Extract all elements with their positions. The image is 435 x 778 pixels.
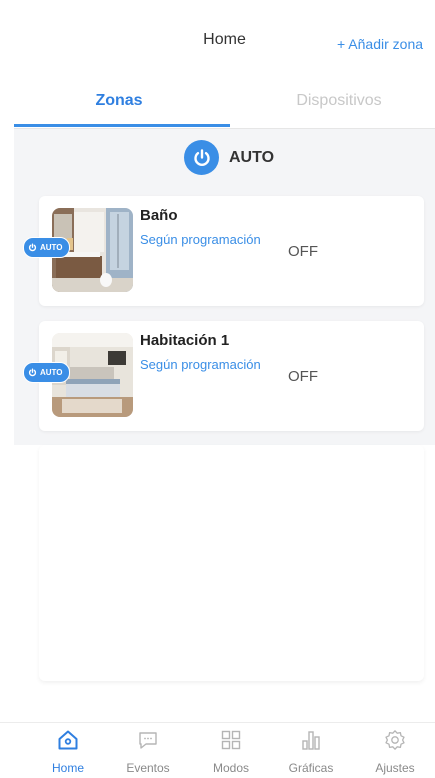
tab-bar: Zonas Dispositivos xyxy=(14,74,435,129)
nav-item-eventos[interactable]: Eventos xyxy=(108,727,188,778)
zone-card[interactable]: AUTO Baño Según programación OFF xyxy=(23,196,424,306)
active-tab-indicator xyxy=(14,124,230,127)
zone-name: Habitación 1 xyxy=(140,332,230,349)
nav-label: Ajustes xyxy=(375,761,415,775)
nav-label: Home xyxy=(51,761,84,775)
nav-item-home[interactable]: Home xyxy=(28,727,108,778)
zone-state: OFF xyxy=(288,243,318,260)
zone-schedule: Según programación xyxy=(140,232,261,247)
nav-label: Modos xyxy=(212,761,250,775)
zone-state: OFF xyxy=(288,368,318,385)
mode-label: AUTO xyxy=(229,148,275,166)
grid-icon xyxy=(218,727,244,753)
power-icon xyxy=(28,368,37,377)
gear-icon xyxy=(382,727,408,753)
header: Home + Añadir zona xyxy=(14,0,435,74)
zone-schedule: Según programación xyxy=(140,357,261,372)
mode-toggle[interactable]: AUTO xyxy=(184,140,274,175)
nav-item-graficas[interactable]: Gráficas xyxy=(271,727,351,778)
nav-item-ajustes[interactable]: Ajustes xyxy=(355,727,435,778)
tab-zonas[interactable]: Zonas xyxy=(14,74,224,128)
add-zone-button[interactable]: + Añadir zona xyxy=(337,36,423,52)
power-icon xyxy=(28,243,37,252)
nav-item-modos[interactable]: Modos xyxy=(191,727,271,778)
auto-badge: AUTO xyxy=(23,237,70,258)
tab-dispositivos[interactable]: Dispositivos xyxy=(234,74,435,128)
app-screen: Home + Añadir zona Zonas Dispositivos AU… xyxy=(0,0,435,778)
chat-bubble-icon xyxy=(135,727,161,753)
home-icon xyxy=(55,727,81,753)
auto-badge: AUTO xyxy=(23,362,70,383)
nav-label: Gráficas xyxy=(288,761,334,775)
auto-badge-label: AUTO xyxy=(40,368,63,377)
power-icon[interactable] xyxy=(184,140,219,175)
bottom-nav: Home Eventos Modos Gráficas Ajustes xyxy=(0,722,435,778)
empty-card xyxy=(39,445,424,681)
zone-card[interactable]: AUTO Habitación 1 Según programación OFF xyxy=(23,321,424,431)
zone-name: Baño xyxy=(140,207,178,224)
auto-badge-label: AUTO xyxy=(40,243,63,252)
nav-label: Eventos xyxy=(126,761,170,775)
bar-chart-icon xyxy=(298,727,324,753)
